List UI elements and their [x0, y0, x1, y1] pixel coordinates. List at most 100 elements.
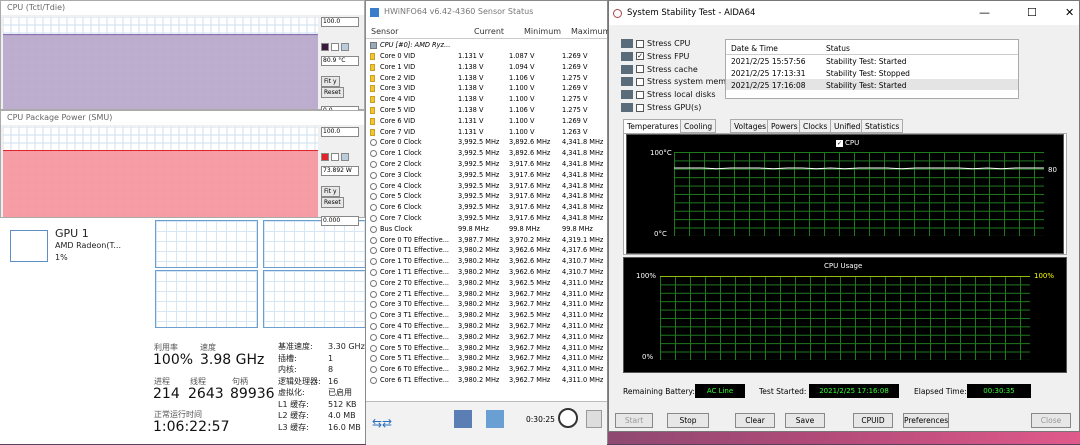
document-icon[interactable]: [586, 410, 602, 428]
hwinfo-titlebar[interactable]: HWiNFO64 v6.42-4360 Sensor Status: [366, 1, 607, 23]
checkbox-icon[interactable]: [636, 77, 644, 86]
sensor-row[interactable]: Core 3 VID 1.138 V 1.100 V 1.269 V: [366, 83, 607, 94]
sensor-row[interactable]: Core 0 Clock 3,992.5 MHz 3,892.6 MHz 4,341.…: [366, 137, 607, 148]
preferences-button[interactable]: Preferences: [903, 413, 949, 428]
stress-option[interactable]: Stress CPU: [621, 39, 690, 48]
sensor-row[interactable]: Core 4 VID 1.138 V 1.100 V 1.275 V: [366, 94, 607, 105]
sensor-minimum: 1.106 V: [509, 105, 535, 114]
sensor-row[interactable]: Core 0 T0 Effective... 3,987.7 MHz 3,970.2…: [366, 235, 607, 246]
fit-y-button[interactable]: Fit y: [321, 186, 340, 197]
spec-value: 16: [328, 376, 339, 386]
sensor-row[interactable]: Core 2 T0 Effective... 3,980.2 MHz 3,962.5…: [366, 278, 607, 289]
spec-label: 内核:: [278, 365, 297, 374]
sensor-name: Core 2 T0 Effective...: [380, 278, 450, 287]
color-swatch[interactable]: [321, 43, 329, 51]
graph-max[interactable]: 100.0: [321, 17, 359, 27]
clear-button[interactable]: Clear: [735, 413, 775, 428]
checkbox-icon[interactable]: [636, 39, 644, 48]
maximize-icon[interactable]: ☐: [1027, 1, 1037, 25]
checkbox-icon[interactable]: ✓: [836, 140, 843, 147]
sensor-row[interactable]: Core 6 T0 Effective... 3,980.2 MHz 3,962.7…: [366, 364, 607, 375]
sensor-row[interactable]: Core 6 Clock 3,992.5 MHz 3,917.6 MHz 4,341.…: [366, 202, 607, 213]
sensor-row[interactable]: Core 1 Clock 3,992.5 MHz 3,892.6 MHz 4,341.…: [366, 148, 607, 159]
tab-powers[interactable]: Powers: [767, 119, 802, 133]
stop-button[interactable]: Stop: [667, 413, 709, 428]
sensor-row[interactable]: Core 5 VID 1.138 V 1.106 V 1.275 V: [366, 105, 607, 116]
sensor-row[interactable]: Core 3 T1 Effective... 3,980.2 MHz 3,962.5…: [366, 310, 607, 321]
sensor-group[interactable]: CPU [#0]: AMD Ryz...: [366, 40, 607, 51]
clock-icon: [370, 279, 377, 287]
color-swatch[interactable]: [331, 43, 339, 51]
sensor-minimum: 1.100 V: [509, 84, 535, 93]
sensor-row[interactable]: Core 1 T1 Effective... 3,980.2 MHz 3,962.6…: [366, 267, 607, 278]
clock-icon[interactable]: [558, 408, 578, 428]
gpu-thumbnail[interactable]: [10, 230, 48, 262]
start-button[interactable]: Start: [615, 413, 653, 428]
sensor-row[interactable]: Core 4 Clock 3,992.5 MHz 3,917.6 MHz 4,341.…: [366, 181, 607, 192]
sensor-row[interactable]: Core 2 T1 Effective... 3,980.2 MHz 3,962.7…: [366, 289, 607, 300]
minimize-icon[interactable]: —: [979, 1, 990, 25]
core-graph: [155, 220, 258, 268]
sensor-row[interactable]: Core 5 T0 Effective... 3,980.2 MHz 3,962.7…: [366, 343, 607, 354]
col-current[interactable]: Current: [474, 27, 504, 36]
monitor-icon[interactable]: [454, 410, 472, 428]
color-swatch[interactable]: [341, 43, 349, 51]
graph-min[interactable]: 0.000: [321, 216, 359, 226]
stress-option[interactable]: Stress GPU(s): [621, 103, 701, 112]
tab-clocks[interactable]: Clocks: [799, 119, 832, 133]
sensor-row[interactable]: Core 3 T0 Effective... 3,980.2 MHz 3,962.7…: [366, 299, 607, 310]
stress-option[interactable]: ✓ Stress FPU: [621, 51, 689, 61]
color-swatch[interactable]: [341, 153, 349, 161]
tab-unified[interactable]: Unified: [830, 119, 865, 133]
tab-cooling-fans[interactable]: Cooling Fans: [680, 119, 717, 144]
col-sensor[interactable]: Sensor: [371, 27, 398, 36]
checkbox-icon[interactable]: [636, 65, 644, 74]
sensor-row[interactable]: Core 5 Clock 3,992.5 MHz 3,917.6 MHz 4,341.…: [366, 191, 607, 202]
sensor-row[interactable]: Core 4 T1 Effective... 3,980.2 MHz 3,962.7…: [366, 332, 607, 343]
sensor-row[interactable]: Core 4 T0 Effective... 3,980.2 MHz 3,962.7…: [366, 321, 607, 332]
checkbox-icon[interactable]: ✓: [636, 52, 644, 61]
network-icon[interactable]: [486, 410, 504, 428]
stress-option[interactable]: Stress system memory: [621, 77, 739, 87]
checkbox-icon[interactable]: [636, 90, 644, 99]
stress-option[interactable]: Stress cache: [621, 64, 698, 74]
sensor-row[interactable]: Core 6 VID 1.131 V 1.100 V 1.269 V: [366, 116, 607, 127]
cpuid-button[interactable]: CPUID: [853, 413, 893, 428]
cpu-power-graph-window: CPU Package Power (SMU) 100.0 73.892 W F…: [0, 110, 365, 226]
reset-button[interactable]: Reset: [321, 197, 344, 208]
close-button[interactable]: Close: [1031, 413, 1071, 428]
sensor-row[interactable]: Core 3 Clock 3,992.5 MHz 3,917.6 MHz 4,341.…: [366, 170, 607, 181]
tab-statistics[interactable]: Statistics: [861, 119, 904, 133]
sensor-row[interactable]: Core 1 T0 Effective... 3,980.2 MHz 3,962.6…: [366, 256, 607, 267]
color-swatch[interactable]: [321, 153, 329, 161]
sensor-name: Core 1 T0 Effective...: [380, 257, 450, 266]
col-minimum[interactable]: Minimum: [524, 27, 561, 36]
close-icon[interactable]: ✕: [1065, 1, 1074, 25]
col-maximum[interactable]: Maximum: [571, 27, 610, 36]
sensor-row[interactable]: Core 7 VID 1.131 V 1.100 V 1.263 V: [366, 127, 607, 138]
aida64-titlebar[interactable]: System Stability Test - AIDA64 — ☐ ✕: [609, 1, 1079, 25]
sensor-row[interactable]: Core 2 Clock 3,992.5 MHz 3,917.6 MHz 4,341.…: [366, 159, 607, 170]
sensor-row[interactable]: Core 6 T1 Effective... 3,980.2 MHz 3,962.7…: [366, 375, 607, 386]
sensor-row[interactable]: Bus Clock 99.8 MHz 99.8 MHz 99.8 MHz: [366, 224, 607, 235]
reset-button[interactable]: Reset: [321, 87, 344, 98]
stress-option[interactable]: Stress local disks: [621, 90, 716, 100]
sensor-row[interactable]: Core 0 T1 Effective... 3,980.2 MHz 3,962.6…: [366, 245, 607, 256]
tab-voltages[interactable]: Voltages: [730, 119, 771, 133]
save-button[interactable]: Save: [785, 413, 825, 428]
sensor-row[interactable]: Core 1 VID 1.138 V 1.094 V 1.269 V: [366, 62, 607, 73]
temp-legend[interactable]: ✓ CPU: [836, 139, 859, 147]
sensor-row[interactable]: Core 7 Clock 3,992.5 MHz 3,917.6 MHz 4,341.…: [366, 213, 607, 224]
arrows-icon[interactable]: ⇆⇄: [372, 416, 392, 430]
sensor-row[interactable]: Core 5 T1 Effective... 3,980.2 MHz 3,962.7…: [366, 353, 607, 364]
checkbox-icon[interactable]: [636, 103, 644, 112]
sensor-name: Core 2 Clock: [380, 159, 422, 168]
gpu-item[interactable]: GPU 1 AMD Radeon(T... 1%: [55, 228, 121, 264]
sensor-row[interactable]: Core 0 VID 1.131 V 1.087 V 1.269 V: [366, 51, 607, 62]
sensor-row[interactable]: Core 2 VID 1.138 V 1.106 V 1.275 V: [366, 73, 607, 84]
color-swatch[interactable]: [331, 153, 339, 161]
tab-temperatures[interactable]: Temperatures: [623, 119, 683, 134]
graph-max[interactable]: 100.0: [321, 127, 359, 137]
temp-value-label: 80: [1048, 166, 1057, 174]
fit-y-button[interactable]: Fit y: [321, 76, 340, 87]
